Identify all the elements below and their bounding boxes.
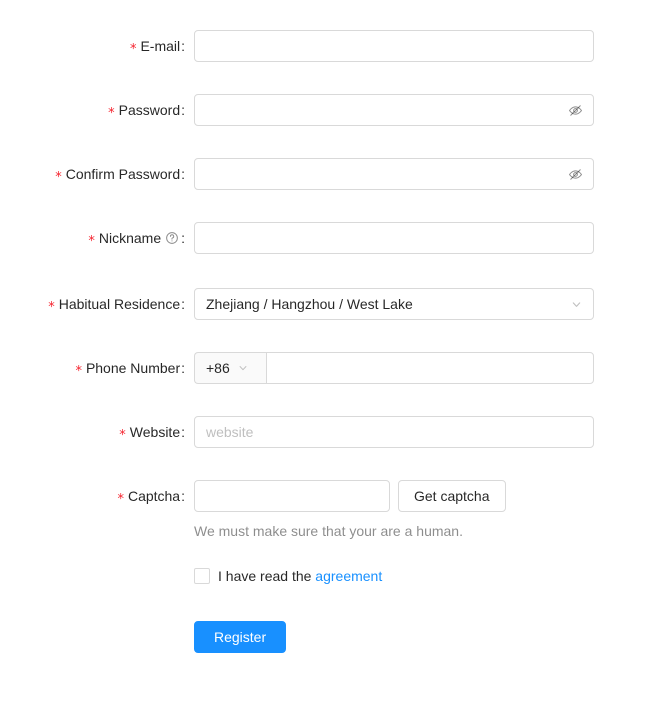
label-password-text: Password [118,102,181,118]
control-password [185,94,650,126]
required-asterisk: * [119,428,126,443]
label-website: * Website: [0,416,185,448]
control-phone: +86 [185,352,650,384]
password-input[interactable] [194,94,594,126]
captcha-help-text: We must make sure that your are a human. [194,523,463,539]
question-circle-icon[interactable] [165,224,179,256]
control-website [185,416,650,448]
chevron-down-icon [571,299,582,310]
agreement-checkbox[interactable] [194,568,210,584]
required-asterisk: * [117,492,124,507]
control-residence: Zhejiang / Hangzhou / West Lake [185,288,650,320]
form-row-agreement: I have read the agreement [0,565,650,597]
label-confirm-password-text: Confirm Password [65,166,181,182]
captcha-input[interactable] [194,480,390,512]
phone-input-group: +86 [194,352,594,384]
agreement-checkbox-line: I have read the agreement [194,565,650,587]
form-row-phone: * Phone Number: +86 [0,352,650,384]
residence-selected-value: Zhejiang / Hangzhou / West Lake [206,296,413,312]
phone-number-input[interactable] [266,352,594,384]
registration-form: * E-mail: * Password: * Confirm Password… [0,0,650,712]
form-row-email: * E-mail: [0,30,650,62]
email-input[interactable] [194,30,594,62]
required-asterisk: * [48,300,55,315]
agreement-text: I have read the [218,568,312,584]
register-button[interactable]: Register [194,621,287,653]
confirm-password-input-wrapper [194,158,594,190]
password-input-wrapper [194,94,594,126]
required-asterisk: * [129,42,137,57]
label-captcha-text: Captcha [127,488,181,504]
control-confirm-password [185,158,650,190]
chevron-down-icon [238,363,248,373]
form-row-captcha: * Captcha: Get captcha We must make sure … [0,480,650,541]
control-submit: Register [185,621,650,653]
get-captcha-button[interactable]: Get captcha [398,480,506,512]
form-row-nickname: * Nickname : [0,222,650,256]
required-asterisk: * [75,364,82,379]
label-confirm-password: * Confirm Password: [0,158,185,190]
label-captcha: * Captcha: [0,480,185,512]
captcha-row: Get captcha [194,480,650,512]
required-asterisk: * [88,234,95,249]
form-row-confirm-password: * Confirm Password: [0,158,650,190]
control-email [185,30,650,62]
label-password: * Password: [0,94,185,126]
nickname-input[interactable] [194,222,594,254]
label-phone: * Phone Number: [0,352,185,384]
control-agreement: I have read the agreement [185,565,650,587]
eye-invisible-icon[interactable] [568,94,583,126]
control-captcha: Get captcha We must make sure that your … [185,480,650,541]
phone-country-code-value: +86 [206,360,230,376]
eye-invisible-icon[interactable] [568,158,583,190]
label-residence-text: Habitual Residence [58,296,181,312]
form-row-residence: * Habitual Residence: Zhejiang / Hangzhou… [0,288,650,320]
confirm-password-input[interactable] [194,158,594,190]
label-website-text: Website [129,424,181,440]
control-nickname [185,222,650,254]
label-residence: * Habitual Residence: [0,288,185,320]
label-nickname-text: Nickname [98,230,162,246]
website-input[interactable] [194,416,594,448]
required-asterisk: * [55,170,62,185]
residence-cascader[interactable]: Zhejiang / Hangzhou / West Lake [194,288,594,320]
form-row-website: * Website: [0,416,650,448]
label-email: * E-mail: [0,30,185,62]
required-asterisk: * [108,106,115,121]
label-phone-text: Phone Number [85,360,181,376]
form-row-submit: Register [0,621,650,653]
form-row-password: * Password: [0,94,650,126]
agreement-label: I have read the agreement [218,565,382,587]
phone-country-code-select[interactable]: +86 [194,352,266,384]
agreement-link[interactable]: agreement [315,568,382,584]
label-email-text: E-mail [140,38,181,54]
label-nickname: * Nickname : [0,222,185,256]
